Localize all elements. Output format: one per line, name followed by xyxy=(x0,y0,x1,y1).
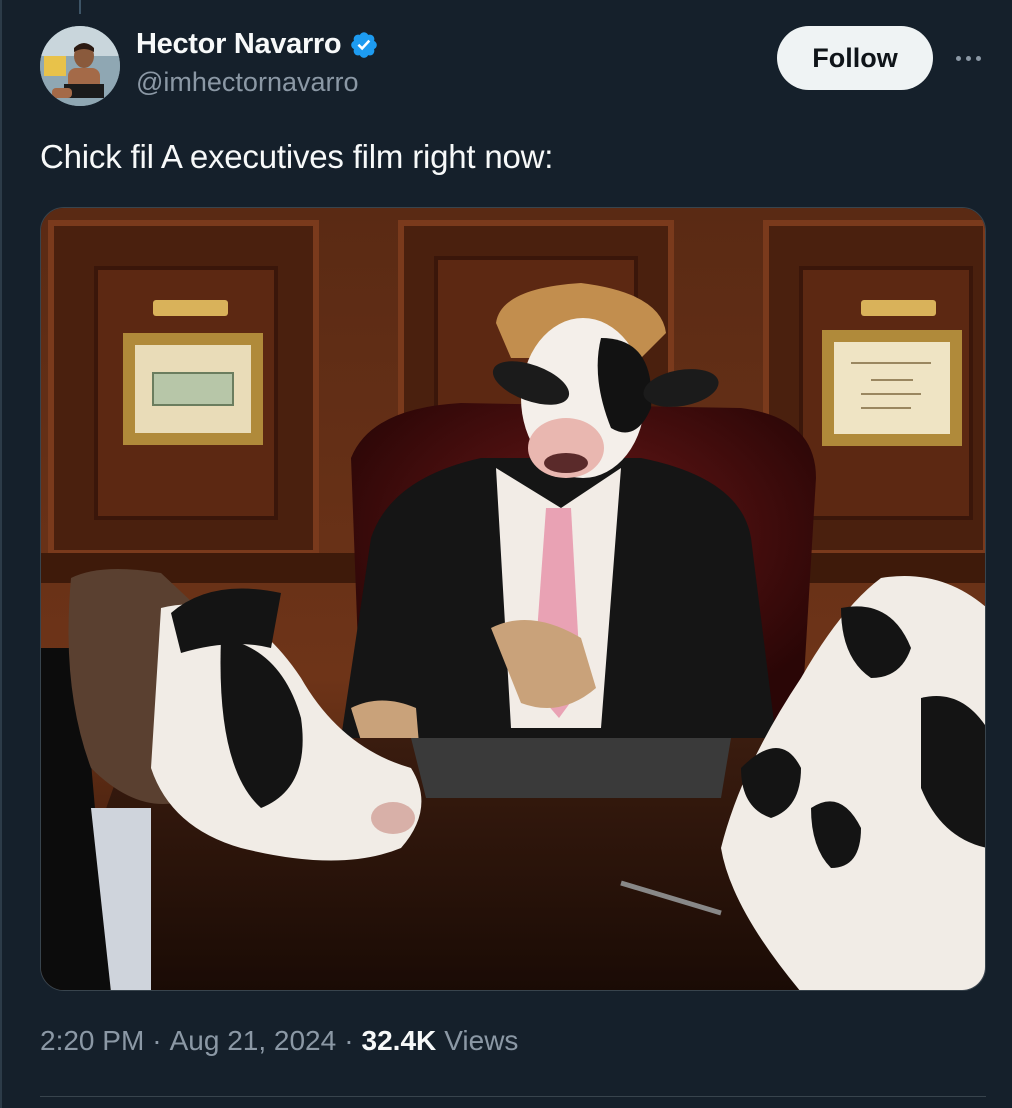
views-label: Views xyxy=(444,1025,519,1056)
tweet-date[interactable]: Aug 21, 2024 xyxy=(170,1025,337,1057)
verified-badge-icon[interactable] xyxy=(349,30,379,60)
dot xyxy=(975,55,981,61)
author-block: Hector Navarro @imhectornavarro xyxy=(136,28,379,98)
tweet-media-photo[interactable] xyxy=(40,207,986,991)
author-handle[interactable]: @imhectornavarro xyxy=(136,67,379,98)
thread-rail xyxy=(0,0,2,1108)
tweet-metadata: 2:20 PM · Aug 21, 2024 · 32.4K Views xyxy=(40,1025,518,1057)
thread-connector-line xyxy=(79,0,81,14)
follow-button[interactable]: Follow xyxy=(777,26,933,90)
meta-separator: · xyxy=(152,1025,162,1056)
profile-photo-icon xyxy=(40,26,120,106)
author-name[interactable]: Hector Navarro xyxy=(136,28,342,61)
dot xyxy=(965,55,971,61)
author-avatar[interactable] xyxy=(40,26,120,106)
dot xyxy=(955,55,961,61)
tweet-text: Chick fil A executives film right now: xyxy=(40,138,554,175)
meta-separator: · xyxy=(344,1025,354,1056)
divider xyxy=(40,1096,986,1097)
views-count[interactable]: 32.4K xyxy=(362,1025,437,1057)
more-options-icon[interactable] xyxy=(948,40,988,76)
cow-executives-boardroom-image xyxy=(41,208,985,990)
tweet-time[interactable]: 2:20 PM xyxy=(40,1025,144,1057)
